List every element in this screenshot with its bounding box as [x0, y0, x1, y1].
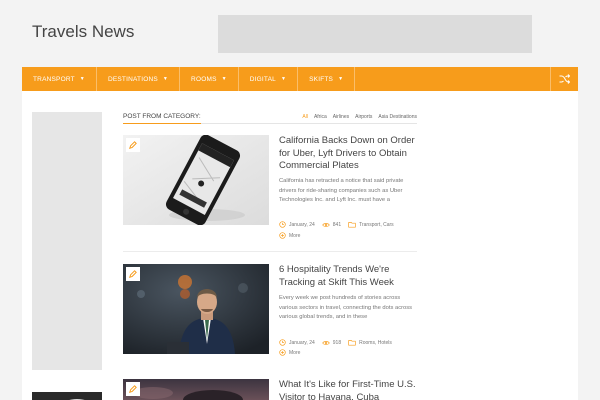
plus-circle-icon	[279, 232, 286, 239]
clock-icon	[279, 339, 286, 346]
nav-item-destinations[interactable]: Destinations ▼	[97, 67, 181, 91]
post-thumbnail[interactable]	[123, 135, 269, 225]
chevron-down-icon: ▼	[280, 76, 287, 82]
nav-item-transport[interactable]: Transport ▼	[22, 67, 97, 91]
nav-item-skifts[interactable]: Skifts ▼	[298, 67, 356, 91]
tab-all[interactable]: All	[302, 114, 308, 120]
pencil-icon	[129, 385, 137, 393]
chevron-down-icon: ▼	[79, 76, 85, 82]
chevron-down-icon: ▼	[221, 76, 227, 82]
nav-item-label: Destinations	[107, 75, 158, 83]
pencil-icon	[129, 270, 137, 278]
post-excerpt: California has retracted a notice that s…	[279, 178, 404, 203]
post-more-link[interactable]: More	[279, 349, 300, 356]
category-header: Post from category: All Africa Airlines …	[123, 112, 417, 124]
post-meta: January, 24 918 Rooms, Hotels	[279, 339, 399, 346]
folder-icon	[348, 340, 356, 346]
nav-item-label: Transport	[33, 75, 75, 83]
post-date: January, 24	[279, 339, 315, 346]
tab-africa[interactable]: Africa	[314, 114, 327, 120]
category-title: Post from category:	[123, 113, 201, 124]
nav-item-label: Digital	[249, 75, 276, 83]
post-thumbnail[interactable]	[123, 379, 269, 400]
post-thumbnail[interactable]	[123, 264, 269, 354]
random-post-button[interactable]	[550, 67, 578, 91]
sidebar-ad-placeholder	[32, 112, 102, 370]
clock-icon	[279, 221, 286, 228]
tab-airlines[interactable]: Airlines	[333, 114, 349, 120]
eye-icon	[322, 340, 330, 345]
shuffle-icon	[559, 74, 570, 84]
nav-item-rooms[interactable]: Rooms ▼	[180, 67, 239, 91]
ad-banner-placeholder	[218, 15, 532, 53]
edit-badge	[126, 382, 140, 396]
pencil-icon	[129, 141, 137, 149]
post-views: 841	[322, 222, 341, 228]
sidebar-thumbnail[interactable]	[32, 392, 102, 400]
post-title[interactable]: What It's Like for First-Time U.S. Visit…	[279, 379, 417, 400]
edit-badge	[126, 138, 140, 152]
chevron-down-icon: ▼	[162, 76, 169, 82]
nav-item-label: Skifts	[309, 75, 334, 83]
eye-icon	[322, 222, 330, 227]
post-more-link[interactable]: More	[279, 232, 300, 239]
post-item: California Backs Down on Order for Uber,…	[123, 135, 417, 252]
site-title[interactable]: Travels News	[32, 22, 134, 42]
post-title[interactable]: California Backs Down on Order for Uber,…	[279, 135, 417, 173]
main-navbar: Transport ▼ Destinations ▼ Rooms ▼ Digit…	[22, 67, 578, 91]
tab-asia-destinations[interactable]: Asia Destinations	[378, 114, 417, 120]
post-categories[interactable]: Rooms, Hotels	[348, 339, 392, 346]
post-categories[interactable]: Transport, Cars	[348, 221, 394, 228]
post-date: January, 24	[279, 221, 315, 228]
post-item: 6 Hospitality Trends We're Tracking at S…	[123, 264, 417, 374]
nav-item-label: Rooms	[191, 75, 217, 83]
post-divider	[123, 251, 417, 252]
post-excerpt: Every week we post hundreds of stories a…	[279, 295, 413, 320]
plus-circle-icon	[279, 349, 286, 356]
chevron-down-icon: ▼	[338, 76, 344, 82]
folder-icon	[348, 222, 356, 228]
post-title[interactable]: 6 Hospitality Trends We're Tracking at S…	[279, 264, 417, 289]
post-meta: January, 24 841 Transport, Cars	[279, 221, 401, 228]
post-item: What It's Like for First-Time U.S. Visit…	[123, 379, 417, 400]
tab-airports[interactable]: Airports	[355, 114, 372, 120]
category-tabs: All Africa Airlines Airports Asia Destin…	[302, 114, 417, 120]
post-views: 918	[322, 340, 341, 346]
edit-badge	[126, 267, 140, 281]
nav-item-digital[interactable]: Digital ▼	[239, 67, 299, 91]
